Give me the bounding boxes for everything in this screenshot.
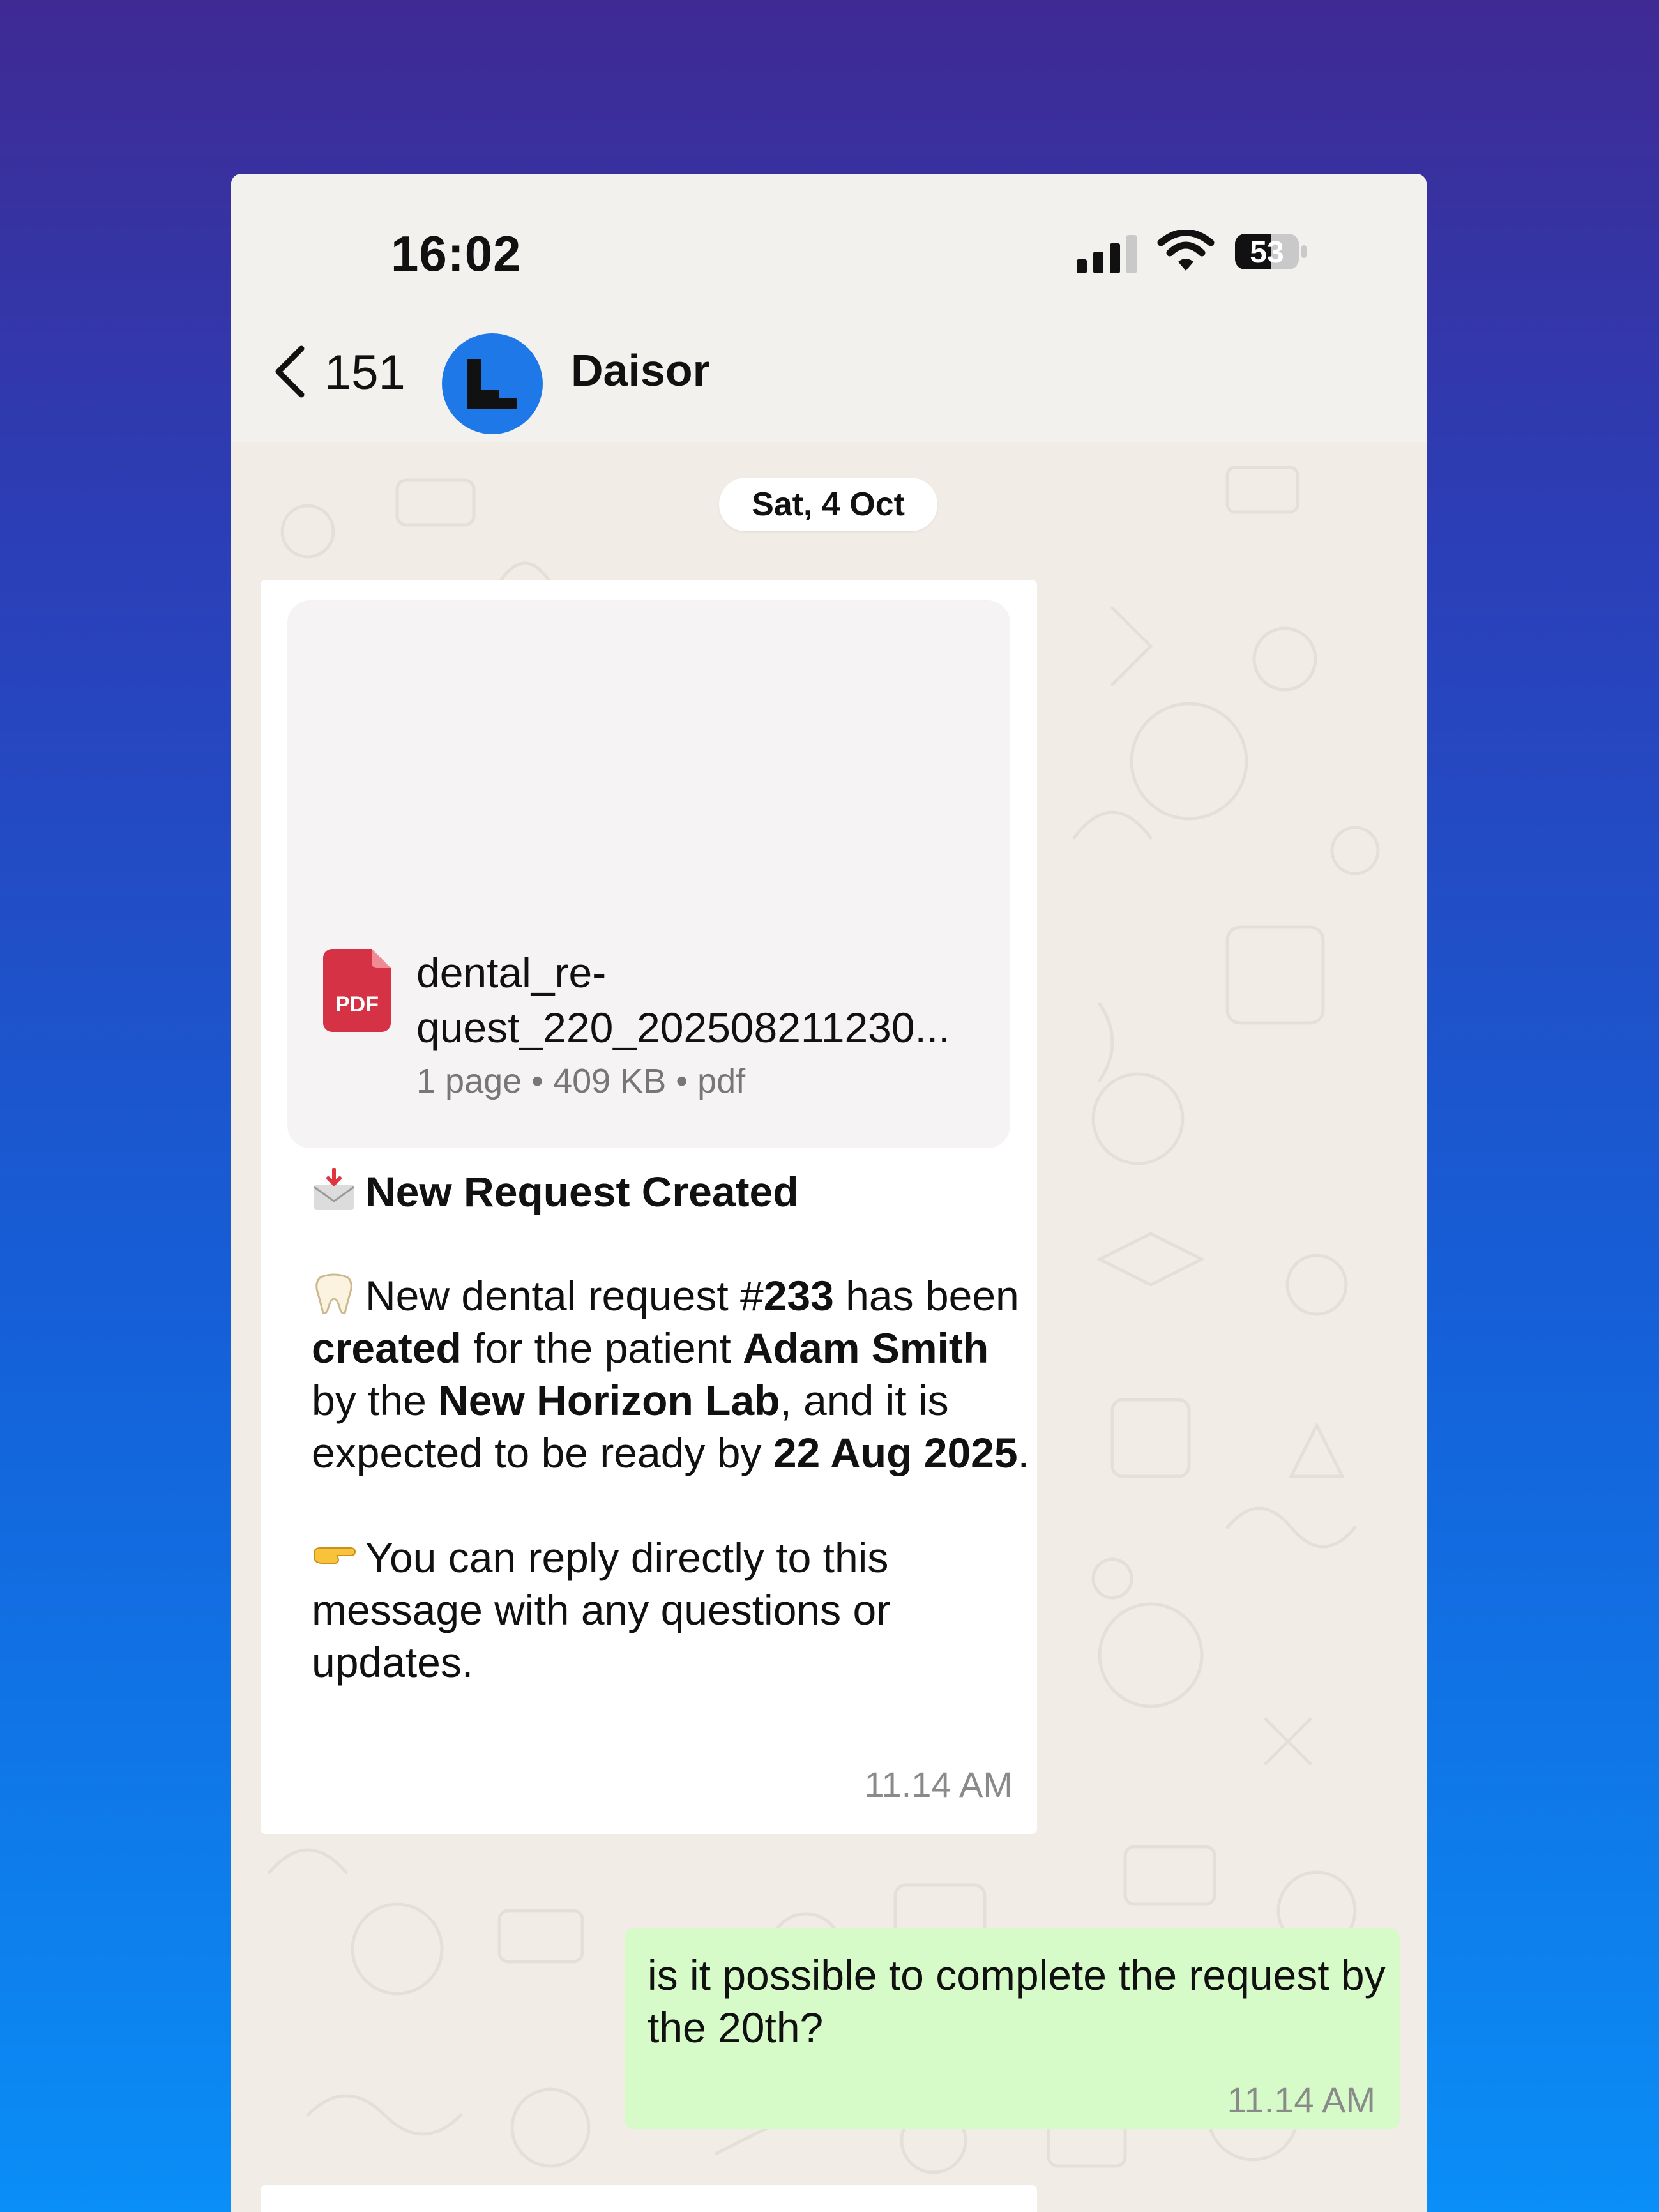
outgoing-message-bubble[interactable]: is it possible to complete the request b… [625,1928,1400,2129]
request-number: 233 [763,1272,834,1319]
document-file-name-line1: dental_re- [416,949,607,996]
wifi-icon [1157,230,1215,271]
lab-name: New Horizon Lab [438,1377,780,1424]
document-attachment[interactable]: PDF dental_re- quest_220_202508211230...… [287,600,1010,1148]
backhand-index-pointing-right-icon [314,1547,356,1564]
incoming-message-bubble[interactable]: PDF dental_re- quest_220_202508211230...… [261,580,1037,1834]
daisor-logo-icon [467,359,517,409]
message-paragraph-reply-hint: You can reply directly to this message w… [312,1531,1033,1688]
pdf-file-icon: PDF [323,949,391,1032]
p1-text-2: has been [833,1272,1019,1319]
message-paragraph-request: New dental request #233 has been created… [312,1269,1033,1479]
document-file-name-line2: quest_220_202508211230... [416,1004,950,1051]
incoming-envelope-icon [314,1168,354,1210]
tooth-icon [315,1273,352,1314]
status-created: created [312,1324,462,1372]
back-unread-count[interactable]: 151 [324,345,405,400]
ready-date: 22 Aug 2025 [773,1429,1018,1476]
reply-hint-text: You can reply directly to this message w… [312,1534,891,1686]
chat-header: 151 Daisor [231,301,1427,442]
contact-name[interactable]: Daisor [571,345,710,396]
p1-text-1: New dental request # [365,1272,764,1319]
battery-icon: 53 [1234,232,1308,271]
status-time: 16:02 [391,225,522,282]
outgoing-message-time: 11.14 AM [1227,2080,1375,2120]
document-file-name[interactable]: dental_re- quest_220_202508211230... [416,945,991,1055]
patient-name: Adam Smith [743,1324,989,1372]
p1-text-3: for the patient [461,1324,743,1372]
p1-text-6: . [1017,1429,1029,1476]
chevron-left-icon[interactable] [262,340,326,404]
status-bar: 16:02 53 [231,174,1427,301]
date-chip: Sat, 4 Oct [719,478,937,531]
outgoing-message-text: is it possible to complete the request b… [648,1951,1386,2051]
pdf-icon-label: PDF [335,992,379,1017]
battery-level: 53 [1250,236,1284,269]
message-body: New dental request #233 has been created… [312,1269,1033,1741]
p1-text-4: by the [312,1377,439,1424]
phone-screen: 16:02 53 151 Daisor Sat, 4 Oct PDF denta… [231,174,1427,2212]
message-title: New Request Created [312,1167,799,1216]
message-title-text: New Request Created [365,1168,799,1215]
avatar[interactable] [442,333,543,434]
signal-icon [1077,235,1137,273]
document-meta: 1 page • 409 KB • pdf [416,1062,746,1100]
incoming-message-time: 11.14 AM [864,1764,1013,1805]
next-incoming-message-bubble[interactable] [261,2185,1037,2212]
